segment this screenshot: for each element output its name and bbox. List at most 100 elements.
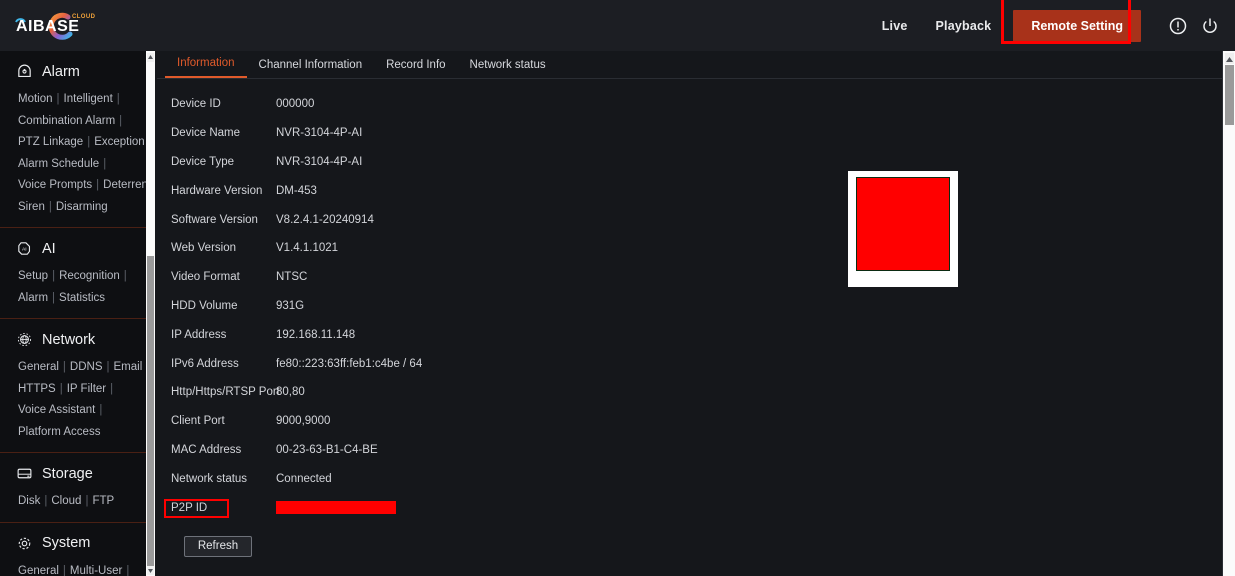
sidebar-link-row: Disk | Cloud | FTP <box>18 490 149 512</box>
sidebar-link-ip-filter[interactable]: IP Filter <box>67 383 106 395</box>
sidebar-link-disk[interactable]: Disk <box>18 495 40 507</box>
refresh-button[interactable]: Refresh <box>184 535 252 557</box>
sidebar-link-row: Platform Access <box>18 421 149 443</box>
link-separator: | <box>106 361 110 373</box>
row-value-p2p-id <box>276 501 396 515</box>
sidebar-link-voice-prompts[interactable]: Voice Prompts <box>18 179 92 191</box>
link-separator: | <box>56 93 60 105</box>
sidebar-link-ai-setup[interactable]: Setup <box>18 270 48 282</box>
sidebar-header-ai[interactable]: AI AI <box>0 238 155 259</box>
link-separator: | <box>48 200 52 213</box>
sidebar-title-network: Network <box>42 331 96 348</box>
sidebar-scroll-down-arrow[interactable] <box>147 566 154 575</box>
header-icon-group <box>1149 17 1235 35</box>
sidebar-header-alarm[interactable]: Alarm <box>0 61 155 82</box>
tab-network-status[interactable]: Network status <box>458 55 558 78</box>
device-information-table: Device ID 000000 Device Name NVR-3104-4P… <box>164 90 422 557</box>
sidebar-link-exception[interactable]: Exception <box>94 136 145 148</box>
sidebar-header-network[interactable]: Network <box>0 329 155 350</box>
sidebar-title-storage: Storage <box>42 465 93 482</box>
sidebar-link-motion[interactable]: Motion <box>18 93 53 105</box>
link-separator: | <box>96 179 100 191</box>
nav-remote-setting[interactable]: Remote Setting <box>1013 9 1141 42</box>
power-icon[interactable] <box>1201 17 1219 35</box>
link-separator: | <box>126 564 130 576</box>
gear-icon <box>18 537 31 549</box>
p2p-id-redaction-bar <box>276 501 396 515</box>
sidebar-link-row: Combination Alarm | <box>18 110 149 132</box>
row-value-software-version: V8.2.4.1-20240914 <box>276 213 374 226</box>
sidebar-link-row: HTTPS | IP Filter | <box>18 378 149 400</box>
sidebar-link-email[interactable]: Email <box>114 361 143 373</box>
row-value-client-port: 9000,9000 <box>276 415 331 428</box>
sidebar-link-ftp[interactable]: FTP <box>92 495 114 507</box>
row-label-network-status: Network status <box>171 472 248 485</box>
sidebar-link-siren[interactable]: Siren <box>18 201 45 213</box>
sidebar-link-cloud[interactable]: Cloud <box>51 495 81 507</box>
link-separator: | <box>116 93 120 105</box>
sidebar-link-multi-user[interactable]: Multi-User <box>70 565 122 576</box>
nav-live[interactable]: Live <box>868 19 922 33</box>
alarm-bell-icon <box>18 64 31 78</box>
sidebar-link-intelligent[interactable]: Intelligent <box>64 93 113 105</box>
content-scrollbar[interactable] <box>1222 51 1235 576</box>
link-separator: | <box>103 157 107 170</box>
table-row: Device Name NVR-3104-4P-AI <box>171 119 422 148</box>
sidebar-link-row: Motion | Intelligent | <box>18 88 149 110</box>
nav-playback[interactable]: Playback <box>922 19 1006 33</box>
sidebar-title-system: System <box>42 535 91 551</box>
row-label-mac-address: MAC Address <box>171 443 242 456</box>
sidebar-header-storage[interactable]: Storage <box>0 463 155 484</box>
sidebar-header-system[interactable]: System <box>0 533 155 554</box>
sidebar-link-voice-assistant[interactable]: Voice Assistant <box>18 404 95 416</box>
tab-information[interactable]: Information <box>165 53 247 78</box>
sidebar-link-sys-general[interactable]: General <box>18 565 59 576</box>
tab-record-info[interactable]: Record Info <box>374 55 457 78</box>
link-separator: | <box>52 270 56 282</box>
row-value-device-id: 000000 <box>276 98 315 111</box>
sidebar-links-ai: Setup | Recognition | Alarm | Statistics <box>0 263 155 308</box>
sidebar-link-ptz-linkage[interactable]: PTZ Linkage <box>18 136 83 148</box>
sidebar-link-ai-recognition[interactable]: Recognition <box>59 270 120 282</box>
sidebar-link-row: Voice Assistant | <box>18 399 149 421</box>
sidebar-link-ai-alarm[interactable]: Alarm <box>18 292 48 304</box>
content-scroll-thumb[interactable] <box>1225 65 1234 125</box>
sidebar-link-ai-statistics[interactable]: Statistics <box>59 292 105 304</box>
link-separator: | <box>44 495 48 507</box>
page-body: Alarm Motion | Intelligent | Combination Al… <box>0 51 1235 576</box>
app-header: AIBASE CLOUD Live Playback Remote Settin… <box>0 0 1235 51</box>
sidebar-link-platform-access[interactable]: Platform Access <box>18 426 100 438</box>
sidebar-links-alarm: Motion | Intelligent | Combination Alarm | P… <box>0 86 155 217</box>
sidebar-section-alarm: Alarm Motion | Intelligent | Combination Al… <box>0 51 155 227</box>
sidebar-title-alarm: Alarm <box>42 63 80 80</box>
link-separator: | <box>99 404 103 416</box>
table-row: Http/Https/RTSP Port 80,80 <box>171 378 422 407</box>
sidebar-link-row: Siren | Disarming <box>18 196 149 218</box>
sidebar-link-alarm-schedule[interactable]: Alarm Schedule <box>18 158 99 170</box>
sidebar-links-system: General|Multi-User| Maintenance| IP Came… <box>0 558 155 576</box>
link-separator: | <box>85 495 89 507</box>
sidebar-link-net-general[interactable]: General <box>18 361 59 373</box>
tab-channel-information[interactable]: Channel Information <box>247 55 375 78</box>
p2p-qr-code <box>848 171 958 287</box>
sidebar-scroll-up-arrow[interactable] <box>147 53 154 62</box>
aibase-cloud-logo[interactable]: AIBASE CLOUD <box>12 8 132 42</box>
link-separator: | <box>110 382 114 395</box>
sidebar-link-disarming[interactable]: Disarming <box>56 201 108 213</box>
sidebar-scroll-thumb[interactable] <box>147 256 154 566</box>
sidebar-link-ddns[interactable]: DDNS <box>70 361 103 373</box>
sidebar-link-combination-alarm[interactable]: Combination Alarm <box>18 115 115 127</box>
info-circle-icon[interactable] <box>1169 17 1187 35</box>
row-value-video-format: NTSC <box>276 271 308 284</box>
row-value-device-type: NVR-3104-4P-AI <box>276 155 363 168</box>
content-tabs: Information Channel Information Record I… <box>157 51 1235 79</box>
sidebar-link-https[interactable]: HTTPS <box>18 383 56 395</box>
content-scroll-up-arrow[interactable] <box>1225 53 1234 64</box>
ai-head-icon: AI <box>18 242 31 255</box>
link-separator: | <box>123 270 127 282</box>
sidebar-sections: Alarm Motion | Intelligent | Combination Al… <box>0 51 155 576</box>
sidebar-link-row: General | Multi-User | <box>18 560 149 576</box>
remote-setting-page: AIBASE CLOUD Live Playback Remote Settin… <box>0 0 1235 576</box>
table-row: Web Version V1.4.1.1021 <box>171 234 422 263</box>
sidebar-scrollbar[interactable] <box>146 51 155 576</box>
